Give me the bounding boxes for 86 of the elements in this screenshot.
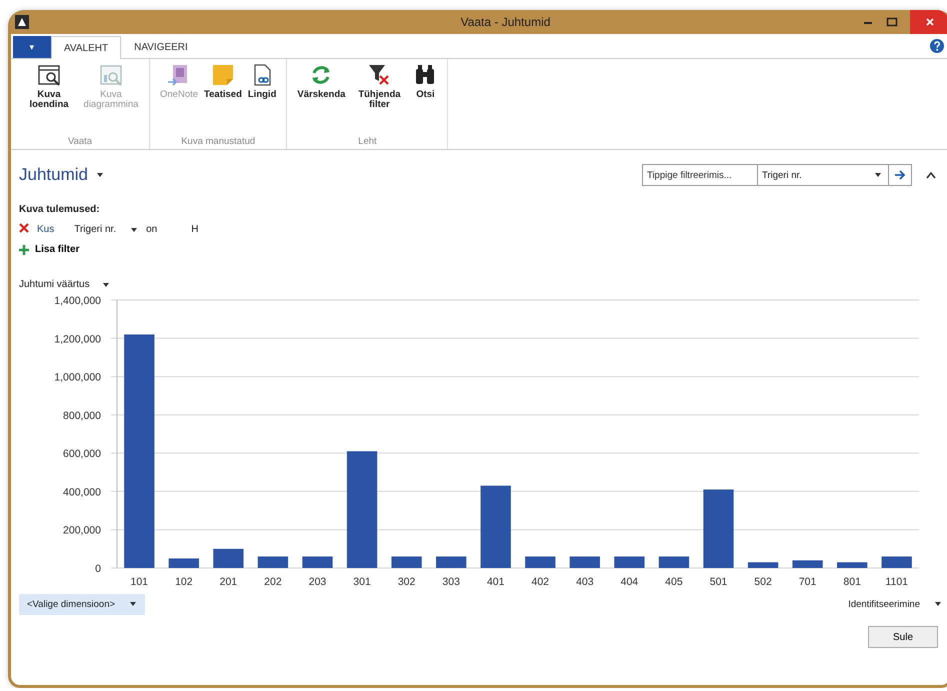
x-axis-label: 401 xyxy=(486,576,504,588)
dimension-dropdown[interactable]: <Valige dimensioon> xyxy=(19,594,146,614)
bar xyxy=(658,556,690,568)
ribbon-tab[interactable]: NAVIGEERI xyxy=(121,36,201,58)
chart-view-icon xyxy=(99,63,123,87)
dropdown-caret-icon xyxy=(96,172,104,178)
bar xyxy=(436,556,466,568)
bar xyxy=(213,548,244,568)
x-axis-label: 202 xyxy=(264,576,282,588)
dropdown-caret-icon xyxy=(130,226,138,232)
page-title[interactable]: Juhtumid xyxy=(19,165,88,185)
close-button[interactable] xyxy=(910,10,947,34)
bar xyxy=(837,562,868,568)
bar xyxy=(391,556,422,568)
ribbon-button[interactable]: Otsi xyxy=(411,63,440,136)
bar xyxy=(525,556,556,568)
x-axis-label: 201 xyxy=(220,576,238,588)
y-axis-label: 1,400,000 xyxy=(54,295,101,307)
ribbon-button[interactable]: Lingid xyxy=(246,63,278,136)
apply-filter-button[interactable] xyxy=(889,164,912,186)
plus-icon xyxy=(19,244,29,254)
bar xyxy=(570,556,600,568)
filter-search-field[interactable]: Tippige filtreerimis... xyxy=(642,164,758,186)
ribbon-button[interactable]: Tühjenda filter xyxy=(349,63,410,136)
x-axis-label: 404 xyxy=(620,576,638,588)
bar xyxy=(258,556,288,568)
filter-heading: Kuva tulemused: xyxy=(19,204,101,215)
remove-icon xyxy=(19,223,29,233)
dropdown-caret-icon xyxy=(934,601,942,607)
help-icon xyxy=(930,39,944,53)
bar xyxy=(302,556,333,568)
bar xyxy=(168,558,199,568)
filter-operator: on xyxy=(146,224,158,235)
clear-filter-icon xyxy=(367,63,392,87)
filter-value[interactable]: H xyxy=(191,224,198,235)
x-axis-label: 402 xyxy=(532,576,550,588)
y-axis-label: 1,000,000 xyxy=(54,372,101,384)
close-icon xyxy=(925,17,935,27)
x-axis-label: 701 xyxy=(798,576,816,588)
ribbon-group-label: Kuva manustatud xyxy=(181,136,256,147)
x-axis-label: 203 xyxy=(308,576,326,588)
ribbon-tab[interactable]: AVALEHT xyxy=(51,36,122,59)
ribbon-group-label: Vaata xyxy=(68,136,92,147)
filter-label: Kus xyxy=(37,224,54,235)
y-axis-label: 600,000 xyxy=(63,448,101,460)
ribbon-group-label: Leht xyxy=(358,136,377,147)
list-view-icon xyxy=(37,63,61,87)
x-axis-label: 801 xyxy=(843,576,861,588)
bar xyxy=(748,562,778,568)
x-axis-label: 501 xyxy=(710,576,728,588)
close-button[interactable]: Sule xyxy=(868,626,938,648)
bar xyxy=(614,556,645,568)
x-axis-label: 502 xyxy=(754,576,772,588)
sticky-note-icon xyxy=(210,63,235,87)
y-axis-label: 1,200,000 xyxy=(54,333,101,346)
app-icon xyxy=(15,15,29,29)
x-axis-label: 1101 xyxy=(885,576,908,588)
measure-dropdown[interactable]: Juhtumi väärtus xyxy=(19,279,110,290)
x-axis-label: 403 xyxy=(576,576,594,588)
x-axis-label: 302 xyxy=(398,576,416,588)
window-title: Vaata - Juhtumid xyxy=(460,15,552,29)
x-axis-label: 301 xyxy=(353,576,371,588)
x-axis-label: 102 xyxy=(175,576,193,588)
bar xyxy=(882,556,912,568)
y-axis-label: 200,000 xyxy=(63,524,101,537)
arrow-right-icon xyxy=(894,170,906,180)
y-axis-label: 800,000 xyxy=(63,410,101,422)
x-axis-label: 405 xyxy=(665,576,683,588)
file-menu-button[interactable]: ▾ xyxy=(13,36,51,58)
x-axis-label: 303 xyxy=(442,576,460,588)
dropdown-caret-icon xyxy=(874,172,882,178)
y-axis-label: 0 xyxy=(95,563,101,575)
x-dimension-dropdown[interactable]: Identifitseerimine xyxy=(848,598,942,610)
filter-field-dropdown[interactable]: Trigeri nr. xyxy=(758,164,889,186)
dropdown-caret-icon xyxy=(129,601,138,607)
ribbon-button[interactable]: Kuva loendina xyxy=(19,63,79,136)
y-axis-label: 400,000 xyxy=(63,486,101,498)
ribbon-button[interactable]: Teatised xyxy=(202,63,244,136)
collapse-chevron-icon xyxy=(926,171,936,179)
add-filter-button[interactable]: Lisa filter xyxy=(19,244,80,255)
dropdown-caret-icon xyxy=(102,282,110,288)
bar xyxy=(792,560,823,568)
ribbon-button[interactable]: Värskenda xyxy=(295,63,348,136)
maximize-icon xyxy=(886,16,898,28)
x-axis-label: 101 xyxy=(130,576,148,588)
filter-field-dropdown[interactable]: Trigeri nr. xyxy=(74,224,138,235)
